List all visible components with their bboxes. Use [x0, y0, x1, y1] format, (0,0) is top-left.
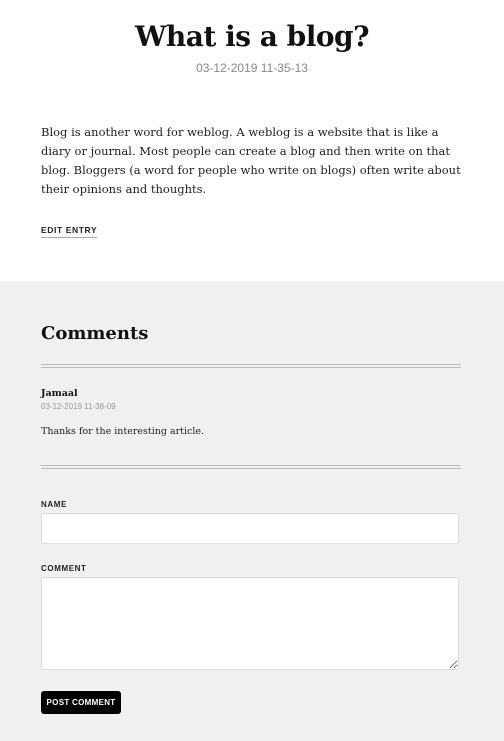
comment-form: NAME COMMENT POST COMMENT	[41, 500, 463, 714]
comment-text: Thanks for the interesting article.	[41, 426, 205, 437]
comment-date: 03-12-2019 11-38-09	[41, 402, 116, 411]
comments-section: Comments Jamaal 03-12-2019 11-38-09 Than…	[0, 281, 504, 741]
article: What is a blog? 03-12-2019 11-35-13 Blog…	[0, 0, 504, 281]
edit-entry-link[interactable]: EDIT ENTRY	[41, 225, 98, 238]
name-label: NAME	[41, 500, 67, 509]
comment-textarea[interactable]	[41, 577, 459, 670]
post-body: Blog is another word for weblog. A weblo…	[41, 125, 461, 196]
post-title: What is a blog?	[134, 20, 370, 53]
comment-item: Jamaal 03-12-2019 11-38-09 Thanks for th…	[41, 368, 463, 465]
divider	[41, 465, 461, 469]
comment-label: COMMENT	[41, 564, 87, 573]
comments-heading: Comments	[41, 323, 149, 344]
comment-author: Jamaal	[41, 388, 78, 399]
name-input[interactable]	[41, 513, 459, 544]
post-comment-button[interactable]: POST COMMENT	[41, 691, 121, 714]
post-date: 03-12-2019 11-35-13	[196, 61, 308, 75]
